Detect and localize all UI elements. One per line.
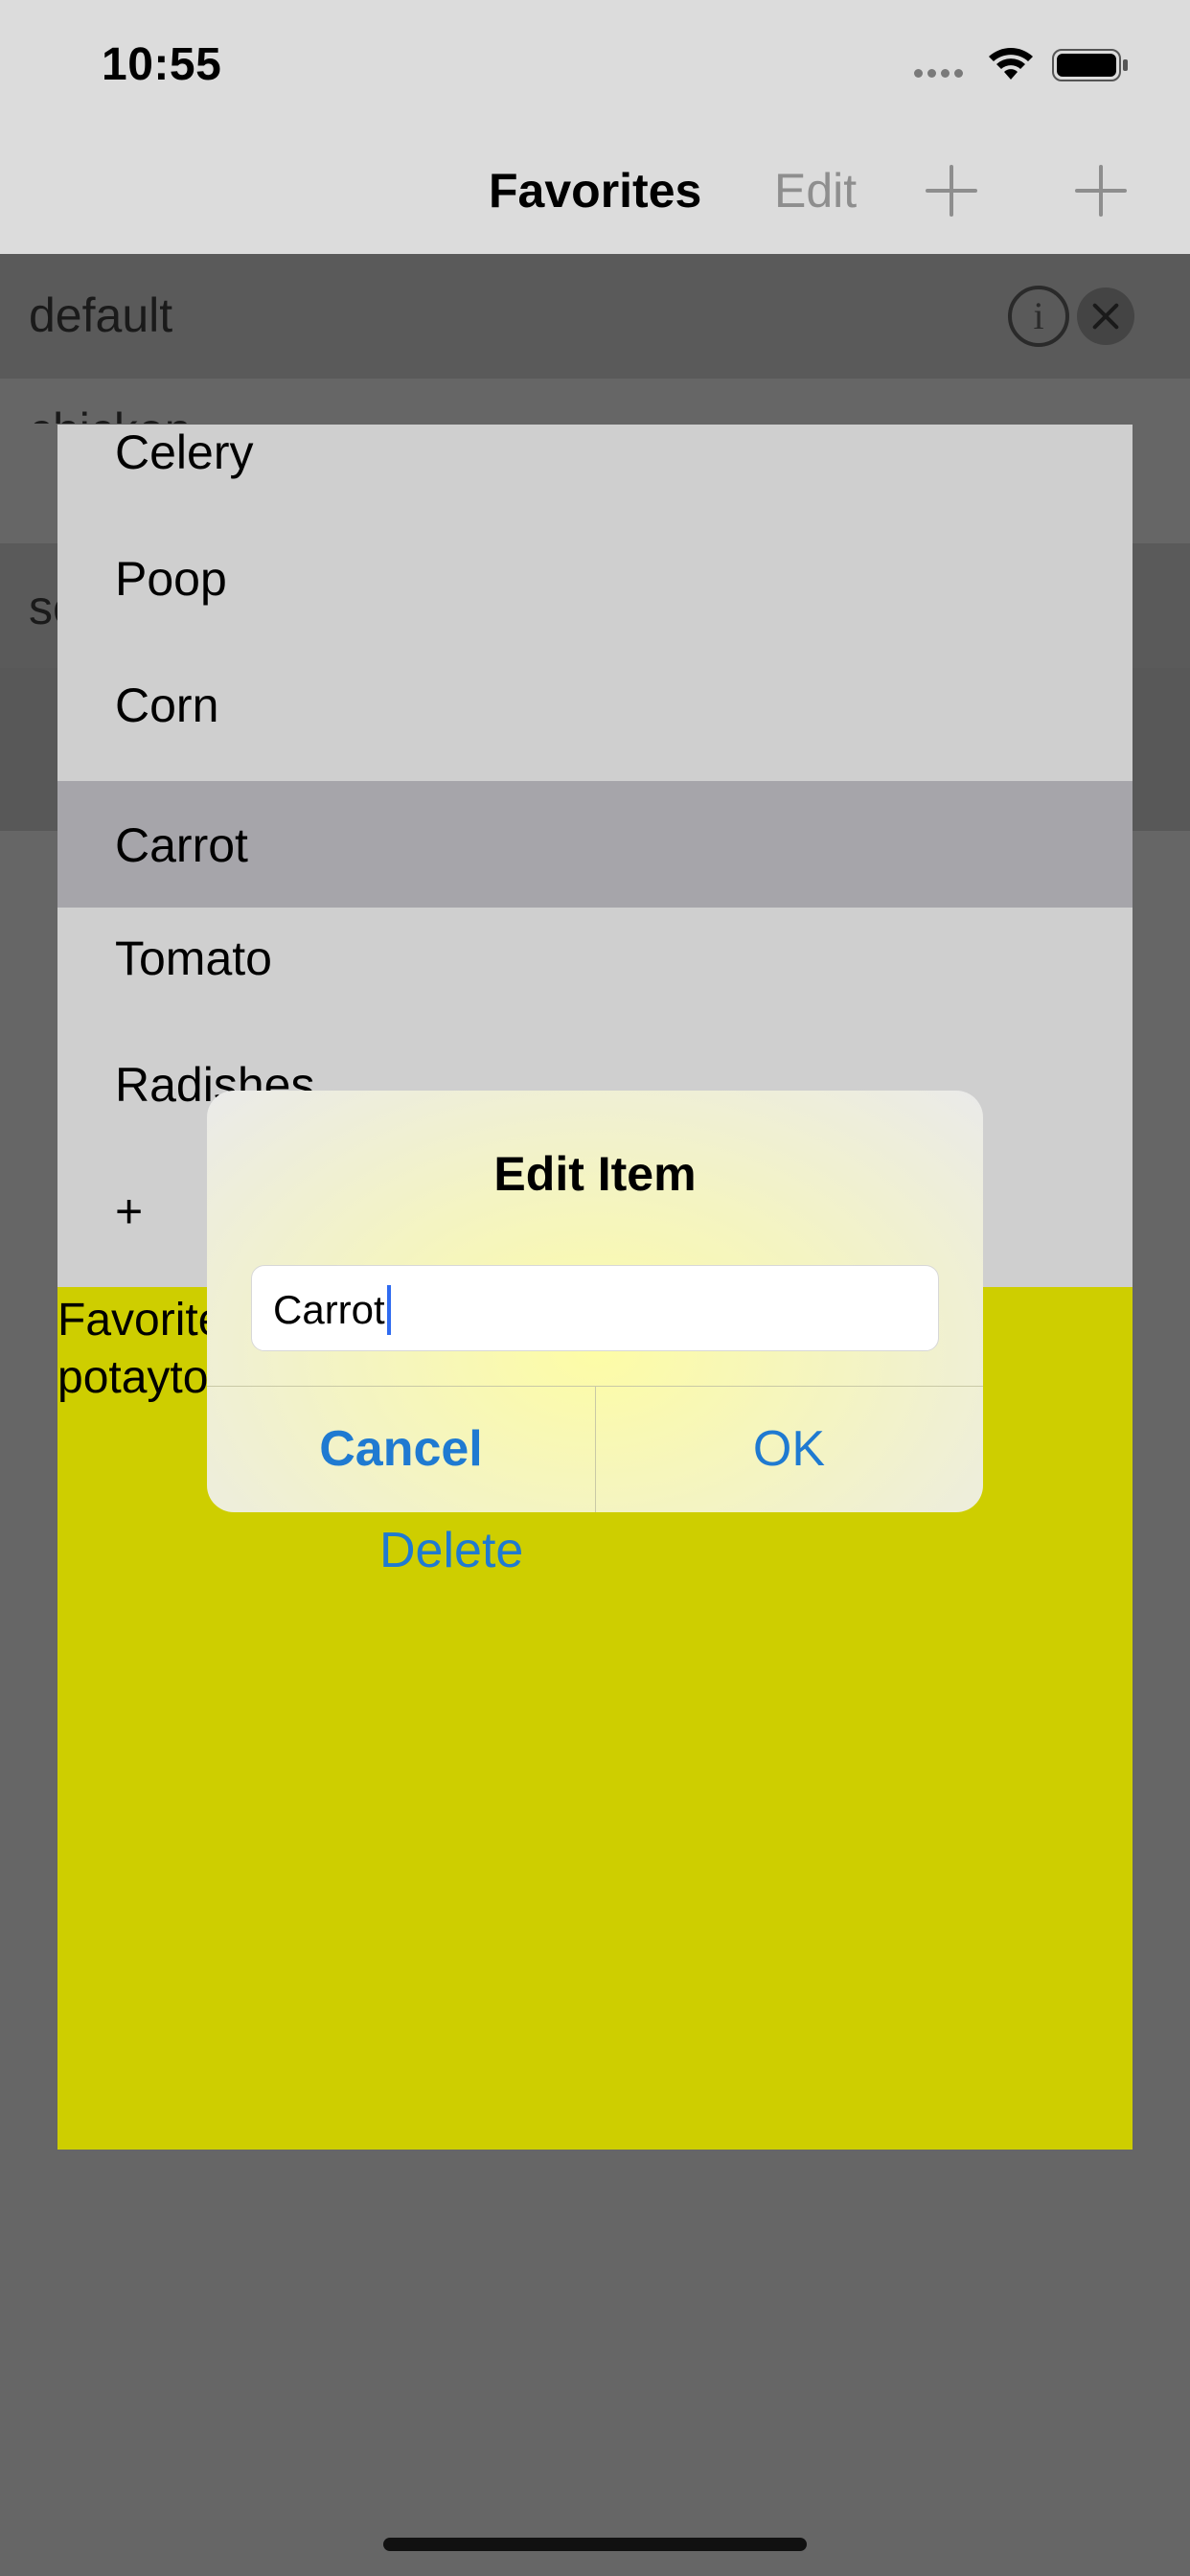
menu-item-poop[interactable]: Poop <box>57 551 1133 678</box>
signal-dots-icon <box>914 65 973 79</box>
add-item-label: + <box>115 1184 144 1238</box>
alert-title: Edit Item <box>493 1147 697 1201</box>
menu-item-label: Celery <box>115 426 254 479</box>
ok-button[interactable]: OK <box>595 1386 983 1512</box>
edit-item-alert: Edit Item Carrot Cancel OK <box>207 1091 983 1512</box>
item-name-input-value: Carrot <box>273 1287 385 1332</box>
menu-item-carrot[interactable]: Carrot <box>57 781 1133 908</box>
edit-button[interactable]: Edit <box>774 163 857 218</box>
status-time: 10:55 <box>102 39 222 90</box>
menu-item-celery[interactable]: Celery <box>57 425 1133 536</box>
battery-icon <box>1052 49 1128 81</box>
close-icon[interactable] <box>1077 288 1134 345</box>
detail-line-1: Favorites <box>57 1295 230 1346</box>
list-row-label: chicken <box>29 402 192 424</box>
cancel-button[interactable]: Cancel <box>207 1386 595 1512</box>
detail-line-2: potaytoes <box>57 1352 230 1403</box>
list-row-label: default <box>29 288 173 342</box>
menu-item-tomato[interactable]: Tomato <box>57 931 1133 1057</box>
detail-text: Favorites potaytoes <box>57 1292 230 1407</box>
delete-button[interactable]: Delete <box>379 1522 523 1579</box>
item-name-input[interactable]: Carrot <box>251 1265 939 1351</box>
info-icon[interactable]: i <box>1008 286 1069 347</box>
menu-item-label: Tomato <box>115 932 272 985</box>
home-indicator[interactable] <box>383 2538 807 2551</box>
add-second-button-plus-icon[interactable] <box>1075 165 1127 217</box>
wifi-icon <box>989 48 1033 80</box>
page-title: Favorites <box>489 164 702 218</box>
menu-item-label: Poop <box>115 552 227 606</box>
add-button-plus-icon[interactable] <box>926 165 977 217</box>
menu-item-label: Carrot <box>115 818 248 872</box>
text-caret <box>386 1285 391 1335</box>
menu-item-label: Corn <box>115 678 219 732</box>
